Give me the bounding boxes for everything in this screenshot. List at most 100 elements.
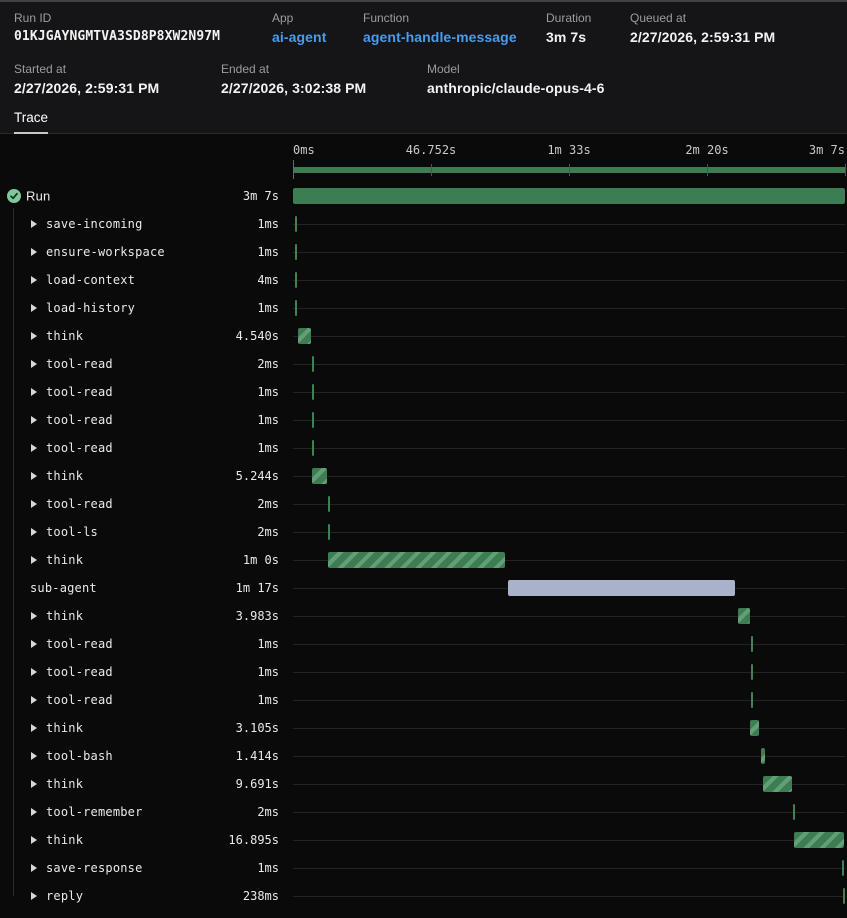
span-bar[interactable]	[842, 860, 844, 876]
span-bar[interactable]	[750, 720, 759, 736]
span-row[interactable]: tool-read 1ms	[0, 378, 847, 406]
span-bar[interactable]	[751, 636, 753, 652]
expander-chevron-icon[interactable]	[31, 556, 37, 564]
span-duration: 1ms	[257, 861, 279, 875]
expander-chevron-icon[interactable]	[31, 528, 37, 536]
span-row[interactable]: tool-read 1ms	[0, 406, 847, 434]
expander-chevron-icon[interactable]	[31, 724, 37, 732]
span-row[interactable]: think 1m 0s	[0, 546, 847, 574]
span-row[interactable]: tool-read 2ms	[0, 490, 847, 518]
expander-chevron-icon[interactable]	[31, 892, 37, 900]
span-row[interactable]: tool-remember 2ms	[0, 798, 847, 826]
span-row[interactable]: save-response 1ms	[0, 854, 847, 882]
span-bar[interactable]	[295, 216, 297, 232]
expander-chevron-icon[interactable]	[31, 612, 37, 620]
span-row[interactable]: tool-read 1ms	[0, 686, 847, 714]
span-duration: 5.244s	[236, 469, 279, 483]
tab-trace[interactable]: Trace	[14, 110, 48, 134]
span-bar[interactable]	[738, 608, 750, 624]
span-bar[interactable]	[328, 524, 330, 540]
span-row[interactable]: tool-ls 2ms	[0, 518, 847, 546]
expander-chevron-icon[interactable]	[31, 864, 37, 872]
span-bar[interactable]	[312, 440, 314, 456]
span-name: think	[46, 833, 83, 847]
span-duration: 4ms	[257, 273, 279, 287]
expander-chevron-icon[interactable]	[31, 836, 37, 844]
span-bar[interactable]	[328, 496, 330, 512]
expander-chevron-icon[interactable]	[31, 248, 37, 256]
expander-chevron-icon[interactable]	[31, 416, 37, 424]
span-row[interactable]: Run 3m 7s	[0, 182, 847, 210]
expander-chevron-icon[interactable]	[31, 500, 37, 508]
span-bar[interactable]	[794, 832, 844, 848]
span-bar[interactable]	[763, 776, 792, 792]
span-row-label-cell: tool-read 1ms	[0, 406, 293, 434]
span-bar[interactable]	[312, 468, 327, 484]
span-bar[interactable]	[508, 580, 735, 596]
span-row[interactable]: think 9.691s	[0, 770, 847, 798]
row-gridline	[293, 700, 845, 701]
span-row[interactable]: think 4.540s	[0, 322, 847, 350]
expander-chevron-icon[interactable]	[31, 808, 37, 816]
span-bar[interactable]	[295, 300, 297, 316]
span-bar[interactable]	[293, 188, 845, 204]
span-bar[interactable]	[295, 244, 297, 260]
row-gridline	[293, 784, 845, 785]
span-row[interactable]: save-incoming 1ms	[0, 210, 847, 238]
span-bar[interactable]	[761, 748, 765, 764]
span-bar[interactable]	[793, 804, 795, 820]
span-row[interactable]: think 5.244s	[0, 462, 847, 490]
tab-bar: Trace	[14, 109, 48, 134]
span-row[interactable]: ensure-workspace 1ms	[0, 238, 847, 266]
expander-chevron-icon[interactable]	[31, 276, 37, 284]
header-field: Queued at 2/27/2026, 2:59:31 PM	[630, 11, 775, 45]
span-name: save-incoming	[46, 217, 143, 231]
span-row-label-cell: tool-read 1ms	[0, 686, 293, 714]
expander-chevron-icon[interactable]	[31, 752, 37, 760]
span-bar[interactable]	[312, 384, 314, 400]
span-row[interactable]: tool-read 1ms	[0, 630, 847, 658]
expander-chevron-icon[interactable]	[31, 640, 37, 648]
span-row[interactable]: tool-read 1ms	[0, 658, 847, 686]
expander-chevron-icon[interactable]	[31, 220, 37, 228]
expander-chevron-icon[interactable]	[31, 304, 37, 312]
expander-chevron-icon[interactable]	[31, 696, 37, 704]
expander-chevron-icon[interactable]	[31, 332, 37, 340]
span-row[interactable]: reply 238ms	[0, 882, 847, 910]
span-row-label-cell: tool-read 1ms	[0, 658, 293, 686]
span-bar[interactable]	[295, 272, 297, 288]
span-name: think	[46, 609, 83, 623]
span-bar[interactable]	[328, 552, 505, 568]
expander-chevron-icon[interactable]	[31, 444, 37, 452]
expander-chevron-icon[interactable]	[31, 780, 37, 788]
expander-chevron-icon[interactable]	[31, 360, 37, 368]
span-name: tool-read	[46, 497, 113, 511]
span-row[interactable]: load-context 4ms	[0, 266, 847, 294]
expander-chevron-icon[interactable]	[31, 388, 37, 396]
span-bar[interactable]	[843, 888, 845, 904]
span-bar[interactable]	[298, 328, 311, 344]
field-value[interactable]: ai-agent	[272, 29, 363, 45]
span-bar[interactable]	[751, 664, 753, 680]
span-name: Run	[26, 189, 50, 204]
span-name: tool-read	[46, 693, 113, 707]
span-row[interactable]: tool-read 1ms	[0, 434, 847, 462]
span-bar[interactable]	[312, 412, 314, 428]
span-timeline-track	[293, 462, 845, 490]
span-row[interactable]: think 3.983s	[0, 602, 847, 630]
span-row[interactable]: tool-bash 1.414s	[0, 742, 847, 770]
span-timeline-track	[293, 714, 845, 742]
span-bar[interactable]	[751, 692, 753, 708]
expander-chevron-icon[interactable]	[31, 668, 37, 676]
span-bar[interactable]	[312, 356, 314, 372]
span-row[interactable]: think 16.895s	[0, 826, 847, 854]
span-row-label-cell: tool-read 2ms	[0, 490, 293, 518]
span-timeline-track	[293, 378, 845, 406]
timeline-minimap-bar[interactable]	[293, 167, 845, 173]
span-row[interactable]: think 3.105s	[0, 714, 847, 742]
span-row[interactable]: tool-read 2ms	[0, 350, 847, 378]
field-value[interactable]: agent-handle-message	[363, 29, 546, 45]
span-row[interactable]: load-history 1ms	[0, 294, 847, 322]
expander-chevron-icon[interactable]	[31, 472, 37, 480]
span-row[interactable]: sub-agent 1m 17s	[0, 574, 847, 602]
